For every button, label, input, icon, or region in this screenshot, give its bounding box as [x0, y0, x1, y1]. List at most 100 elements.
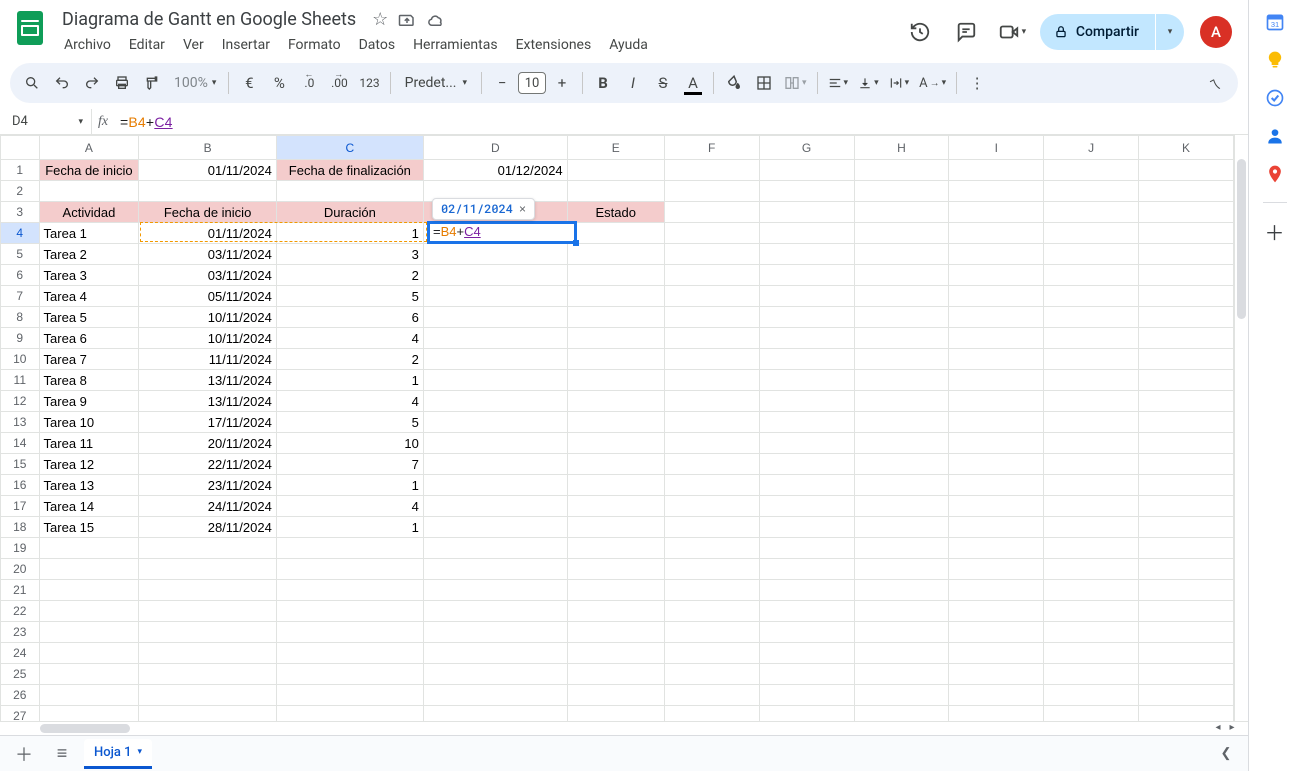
- cell-K22[interactable]: [1139, 601, 1234, 622]
- meet-icon[interactable]: ▾: [994, 14, 1030, 50]
- cell-A8[interactable]: Tarea 5: [39, 307, 139, 328]
- cell-I27[interactable]: [949, 706, 1044, 722]
- cell-B18[interactable]: 28/11/2024: [139, 517, 277, 538]
- cell-I1[interactable]: [949, 160, 1044, 181]
- cell-J15[interactable]: [1044, 454, 1139, 475]
- cell-K18[interactable]: [1139, 517, 1234, 538]
- row-header-27[interactable]: 27: [1, 706, 40, 722]
- cell-A9[interactable]: Tarea 6: [39, 328, 139, 349]
- cell-J19[interactable]: [1044, 538, 1139, 559]
- cell-B25[interactable]: [139, 664, 277, 685]
- cell-A22[interactable]: [39, 601, 139, 622]
- all-sheets-icon[interactable]: ≡: [46, 738, 78, 770]
- cell-J20[interactable]: [1044, 559, 1139, 580]
- row-header-10[interactable]: 10: [1, 349, 40, 370]
- cell-K17[interactable]: [1139, 496, 1234, 517]
- cell-G17[interactable]: [759, 496, 854, 517]
- cell-H9[interactable]: [854, 328, 949, 349]
- cell-F26[interactable]: [664, 685, 759, 706]
- cell-C2[interactable]: [276, 181, 423, 202]
- cell-B24[interactable]: [139, 643, 277, 664]
- menu-herramientas[interactable]: Herramientas: [405, 33, 506, 57]
- cell-I18[interactable]: [949, 517, 1044, 538]
- cell-E20[interactable]: [567, 559, 664, 580]
- cell-J10[interactable]: [1044, 349, 1139, 370]
- cell-F14[interactable]: [664, 433, 759, 454]
- cell-H7[interactable]: [854, 286, 949, 307]
- horizontal-align-icon[interactable]: ▾: [824, 69, 853, 97]
- cell-H4[interactable]: [854, 223, 949, 244]
- cell-E9[interactable]: [567, 328, 664, 349]
- cell-H21[interactable]: [854, 580, 949, 601]
- cell-H22[interactable]: [854, 601, 949, 622]
- cell-F13[interactable]: [664, 412, 759, 433]
- cell-A1[interactable]: Fecha de inicio: [39, 160, 139, 181]
- cell-G19[interactable]: [759, 538, 854, 559]
- cell-F16[interactable]: [664, 475, 759, 496]
- cell-C21[interactable]: [276, 580, 423, 601]
- cell-A15[interactable]: Tarea 12: [39, 454, 139, 475]
- cell-C6[interactable]: 2: [276, 265, 423, 286]
- cell-H23[interactable]: [854, 622, 949, 643]
- cell-J17[interactable]: [1044, 496, 1139, 517]
- cell-D22[interactable]: [423, 601, 567, 622]
- cell-A26[interactable]: [39, 685, 139, 706]
- cell-D14[interactable]: [423, 433, 567, 454]
- cell-K27[interactable]: [1139, 706, 1234, 722]
- close-icon[interactable]: ×: [519, 202, 526, 216]
- cell-J26[interactable]: [1044, 685, 1139, 706]
- row-header-16[interactable]: 16: [1, 475, 40, 496]
- explore-icon[interactable]: ❮: [1212, 740, 1240, 768]
- row-header-9[interactable]: 9: [1, 328, 40, 349]
- cell-G18[interactable]: [759, 517, 854, 538]
- vertical-scrollbar[interactable]: [1234, 135, 1248, 721]
- cell-E17[interactable]: [567, 496, 664, 517]
- column-header-A[interactable]: A: [39, 136, 139, 160]
- cell-E24[interactable]: [567, 643, 664, 664]
- column-header-C[interactable]: C: [276, 136, 423, 160]
- cell-K2[interactable]: [1139, 181, 1234, 202]
- cell-G1[interactable]: [759, 160, 854, 181]
- cell-H19[interactable]: [854, 538, 949, 559]
- cell-C24[interactable]: [276, 643, 423, 664]
- cell-F25[interactable]: [664, 664, 759, 685]
- cell-K11[interactable]: [1139, 370, 1234, 391]
- column-header-D[interactable]: D: [423, 136, 567, 160]
- cell-C12[interactable]: 4: [276, 391, 423, 412]
- zoom-select[interactable]: 100%▾: [168, 75, 222, 91]
- row-header-1[interactable]: 1: [1, 160, 40, 181]
- menu-formato[interactable]: Formato: [280, 33, 349, 57]
- cell-B27[interactable]: [139, 706, 277, 722]
- cell-E23[interactable]: [567, 622, 664, 643]
- cell-I8[interactable]: [949, 307, 1044, 328]
- cell-J23[interactable]: [1044, 622, 1139, 643]
- cell-A21[interactable]: [39, 580, 139, 601]
- redo-icon[interactable]: [78, 69, 106, 97]
- cell-H3[interactable]: [854, 202, 949, 223]
- cell-A4[interactable]: Tarea 1: [39, 223, 139, 244]
- cell-C15[interactable]: 7: [276, 454, 423, 475]
- cell-G12[interactable]: [759, 391, 854, 412]
- cell-B23[interactable]: [139, 622, 277, 643]
- cell-J22[interactable]: [1044, 601, 1139, 622]
- cell-J16[interactable]: [1044, 475, 1139, 496]
- cell-G16[interactable]: [759, 475, 854, 496]
- cell-G3[interactable]: [759, 202, 854, 223]
- column-header-I[interactable]: I: [949, 136, 1044, 160]
- fill-color-icon[interactable]: [720, 69, 748, 97]
- cell-C16[interactable]: 1: [276, 475, 423, 496]
- cell-J13[interactable]: [1044, 412, 1139, 433]
- cell-D25[interactable]: [423, 664, 567, 685]
- cell-J24[interactable]: [1044, 643, 1139, 664]
- document-title[interactable]: Diagrama de Gantt en Google Sheets: [56, 8, 362, 31]
- cell-G26[interactable]: [759, 685, 854, 706]
- cell-K23[interactable]: [1139, 622, 1234, 643]
- menu-datos[interactable]: Datos: [351, 33, 403, 57]
- contacts-app-icon[interactable]: [1265, 126, 1285, 146]
- cell-G7[interactable]: [759, 286, 854, 307]
- search-menu-icon[interactable]: [18, 69, 46, 97]
- cell-K12[interactable]: [1139, 391, 1234, 412]
- cell-D1[interactable]: 01/12/2024: [423, 160, 567, 181]
- cell-I10[interactable]: [949, 349, 1044, 370]
- cell-A24[interactable]: [39, 643, 139, 664]
